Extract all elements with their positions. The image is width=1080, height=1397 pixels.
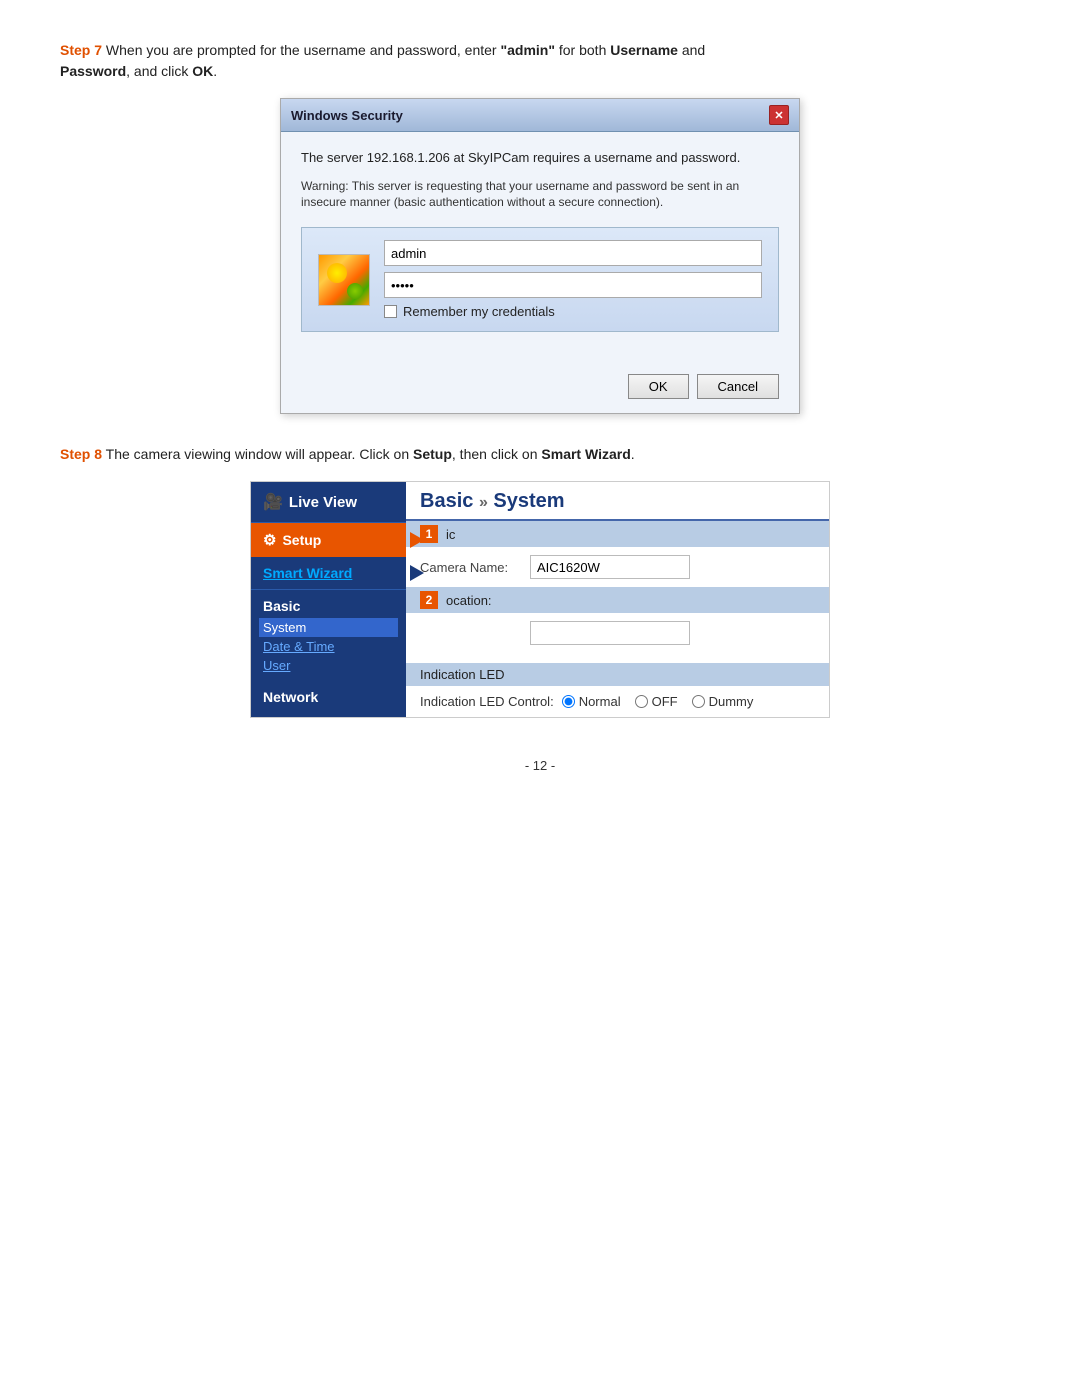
sidebar-basic-section: Basic System Date & Time User (251, 590, 406, 677)
location-input[interactable] (530, 621, 690, 645)
section-header-1: 1 ic (406, 521, 829, 547)
step8-text2: , then click on (452, 446, 542, 462)
user-avatar-icon (318, 254, 370, 306)
led-radio-group: Normal OFF Dummy (562, 694, 754, 709)
step7-text: When you are prompted for the username a… (102, 42, 500, 58)
step7-label: Step 7 (60, 42, 102, 58)
radio-normal-input[interactable] (562, 695, 575, 708)
dialog-titlebar: Windows Security ✕ (281, 99, 799, 132)
remember-checkbox[interactable] (384, 305, 397, 318)
sidebar-item-liveview[interactable]: 🎥 Live View (251, 482, 406, 523)
radio-off-input[interactable] (635, 695, 648, 708)
led-section-header: Indication LED (406, 663, 829, 686)
led-section-label: Indication LED (420, 667, 505, 682)
dialog-credentials-panel: Remember my credentials (301, 227, 779, 332)
led-control-row: Indication LED Control: Normal OFF Dummy (406, 686, 829, 717)
smartwizard-arrow (410, 565, 424, 581)
step8-label: Step 8 (60, 446, 102, 462)
dialog-close-button[interactable]: ✕ (769, 105, 789, 125)
radio-normal: Normal (562, 694, 621, 709)
setup-arrow (410, 532, 424, 548)
step8-smartwizard: Smart Wizard (541, 446, 630, 462)
radio-dummy: Dummy (692, 694, 754, 709)
step7-text2: for both (555, 42, 610, 58)
header-basic: Basic (420, 490, 473, 512)
step7-admin-quoted: "admin" (500, 42, 555, 58)
remember-label: Remember my credentials (403, 304, 555, 319)
step7-instruction: Step 7 When you are prompted for the use… (60, 40, 1020, 82)
sidebar-item-smartwizard[interactable]: Smart Wizard (251, 557, 406, 590)
camera-name-row: Camera Name: (406, 547, 829, 587)
cancel-button[interactable]: Cancel (697, 374, 779, 399)
password-input[interactable] (384, 272, 762, 298)
step8-instruction: Step 8 The camera viewing window will ap… (60, 444, 1020, 465)
sidebar-item-setup[interactable]: ⚙ Setup (251, 523, 406, 557)
remember-credentials-row: Remember my credentials (384, 304, 762, 319)
header-arrow: » (479, 494, 488, 511)
main-title: Basic » System (420, 490, 565, 512)
sidebar-link-datetime[interactable]: Date & Time (263, 637, 394, 656)
radio-dummy-label: Dummy (709, 694, 754, 709)
network-title: Network (251, 685, 406, 709)
step7-text5: . (213, 63, 217, 79)
header-system: System (493, 490, 564, 512)
step8-text: The camera viewing window will appear. C… (102, 446, 413, 462)
step8-text3: . (631, 446, 635, 462)
camera-name-input[interactable] (530, 555, 690, 579)
username-input[interactable] (384, 240, 762, 266)
windows-security-dialog: Windows Security ✕ The server 192.168.1.… (280, 98, 800, 414)
step7-ok: OK (192, 63, 213, 79)
liveview-label: Live View (289, 494, 357, 511)
setup-label: Setup (282, 532, 321, 548)
smartwizard-label: Smart Wizard (263, 565, 352, 581)
dialog-body: The server 192.168.1.206 at SkyIPCam req… (281, 132, 799, 364)
sidebar-link-user[interactable]: User (263, 656, 394, 675)
radio-off: OFF (635, 694, 678, 709)
section-header-2: 2 ocation: (406, 587, 829, 613)
main-content: Basic » System 1 ic Camera Name: 2 ocati… (406, 482, 829, 717)
sidebar: 🎥 Live View ⚙ Setup Smart Wizard Basic S… (251, 482, 406, 717)
camera-ui: 🎥 Live View ⚙ Setup Smart Wizard Basic S… (250, 481, 830, 718)
page-number-text: - 12 - (525, 758, 555, 773)
camera-icon: 🎥 (263, 492, 283, 512)
dialog-footer: OK Cancel (281, 364, 799, 413)
step7-text3: and (678, 42, 705, 58)
page-number: - 12 - (60, 758, 1020, 773)
location-row (406, 613, 829, 653)
section2-badge: 2 (420, 591, 438, 609)
step7-text4: , and click (126, 63, 192, 79)
section1-label: ic (446, 527, 455, 542)
step8-setup: Setup (413, 446, 452, 462)
radio-dummy-input[interactable] (692, 695, 705, 708)
dialog-title: Windows Security (291, 108, 403, 123)
credentials-fields: Remember my credentials (384, 240, 762, 319)
main-header: Basic » System (406, 482, 829, 521)
sidebar-link-system[interactable]: System (259, 618, 398, 637)
dialog-warning: Warning: This server is requesting that … (301, 178, 779, 212)
setup-icon: ⚙ (263, 531, 276, 549)
dialog-message: The server 192.168.1.206 at SkyIPCam req… (301, 148, 779, 168)
basic-title: Basic (263, 598, 394, 614)
ok-button[interactable]: OK (628, 374, 689, 399)
radio-normal-label: Normal (579, 694, 621, 709)
camera-name-label: Camera Name: (420, 560, 520, 575)
step7-password: Password (60, 63, 126, 79)
radio-off-label: OFF (652, 694, 678, 709)
led-control-label: Indication LED Control: (420, 694, 554, 709)
step7-username: Username (610, 42, 678, 58)
location-label: ocation: (446, 593, 492, 608)
